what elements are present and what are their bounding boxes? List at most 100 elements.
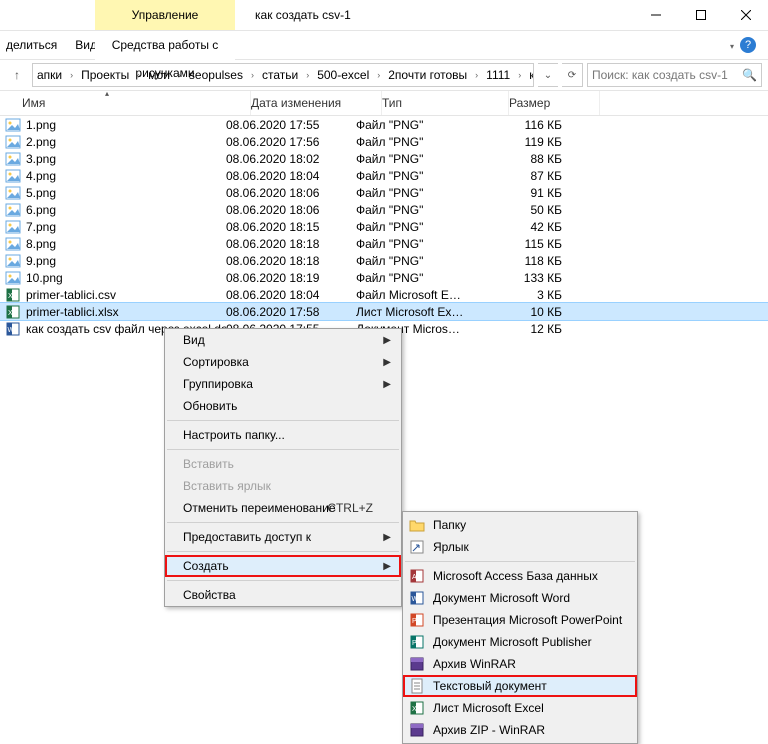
ribbon-picture-tools[interactable]: Средства работы с рисунками xyxy=(95,31,235,61)
help-icon[interactable]: ? xyxy=(740,37,756,53)
file-icon xyxy=(4,151,22,167)
file-row[interactable]: 5.png08.06.2020 18:06Файл "PNG"91 КБ xyxy=(0,184,768,201)
header-type[interactable]: Тип xyxy=(382,91,509,115)
file-size: 116 КБ xyxy=(482,118,572,132)
file-icon xyxy=(4,236,22,252)
menu-item-icon: A xyxy=(407,568,427,584)
search-input[interactable]: Поиск: как создать csv-1 🔍 xyxy=(587,63,762,87)
file-size: 12 КБ xyxy=(482,322,572,336)
file-name: 2.png xyxy=(26,135,226,149)
breadcrumb-segment[interactable]: как создать csv-1 xyxy=(525,68,534,82)
submenu-arrow-icon: ▶ xyxy=(383,357,391,368)
ribbon-expand-icon[interactable]: ▾ xyxy=(730,42,734,51)
file-type: Файл "PNG" xyxy=(356,271,482,285)
breadcrumb[interactable]: апки›Проекты›мои›seopulses›статьи›500-ex… xyxy=(32,63,534,87)
menu-item: Вставить xyxy=(165,453,401,475)
file-icon xyxy=(4,168,22,184)
breadcrumb-segment[interactable]: 2почти готовы xyxy=(384,68,471,82)
file-date: 08.06.2020 18:06 xyxy=(226,203,356,217)
file-date: 08.06.2020 18:18 xyxy=(226,237,356,251)
file-icon xyxy=(4,253,22,269)
menu-item[interactable]: Сортировка▶ xyxy=(165,351,401,373)
up-button[interactable]: ↑ xyxy=(6,64,28,86)
column-headers: ▴ Имя Дата изменения Тип Размер xyxy=(0,91,768,116)
address-bar: ↑ апки›Проекты›мои›seopulses›статьи›500-… xyxy=(0,60,768,91)
menu-item[interactable]: XЛист Microsoft Excel xyxy=(403,697,637,719)
file-row[interactable]: 10.png08.06.2020 18:19Файл "PNG"133 КБ xyxy=(0,269,768,286)
file-row[interactable]: 2.png08.06.2020 17:56Файл "PNG"119 КБ xyxy=(0,133,768,150)
breadcrumb-dropdown[interactable]: ⌄ xyxy=(538,63,558,87)
file-row[interactable]: 9.png08.06.2020 18:18Файл "PNG"118 КБ xyxy=(0,252,768,269)
file-size: 115 КБ xyxy=(482,237,572,251)
ribbon-tab-manage[interactable]: Управление xyxy=(95,0,235,30)
close-button[interactable] xyxy=(723,0,768,30)
menu-separator xyxy=(405,561,635,562)
search-icon: 🔍 xyxy=(742,68,757,82)
file-row[interactable]: 1.png08.06.2020 17:55Файл "PNG"116 КБ xyxy=(0,116,768,133)
breadcrumb-segment[interactable]: апки xyxy=(33,68,66,82)
context-submenu-new: ПапкуЯрлык AMicrosoft Access База данныхW… xyxy=(402,511,638,744)
menu-item[interactable]: Вид▶ xyxy=(165,329,401,351)
menu-item[interactable]: Текстовый документ xyxy=(403,675,637,697)
file-date: 08.06.2020 18:02 xyxy=(226,152,356,166)
menu-item[interactable]: PПрезентация Microsoft PowerPoint xyxy=(403,609,637,631)
menu-item[interactable]: Настроить папку... xyxy=(165,424,401,446)
menu-separator xyxy=(167,551,399,552)
minimize-button[interactable] xyxy=(633,0,678,30)
file-row[interactable]: Xprimer-tablici.csv08.06.2020 18:04Файл … xyxy=(0,286,768,303)
file-date: 08.06.2020 18:15 xyxy=(226,220,356,234)
menu-item[interactable]: Обновить xyxy=(165,395,401,417)
menu-separator xyxy=(167,580,399,581)
menu-item[interactable]: Ярлык xyxy=(403,536,637,558)
menu-item[interactable]: AMicrosoft Access База данных xyxy=(403,565,637,587)
file-type: Лист Microsoft Ex… xyxy=(356,305,482,319)
file-icon: X xyxy=(4,287,22,303)
header-name[interactable]: ▴ Имя xyxy=(0,91,251,115)
file-size: 119 КБ xyxy=(482,135,572,149)
file-row[interactable]: 8.png08.06.2020 18:18Файл "PNG"115 КБ xyxy=(0,235,768,252)
maximize-button[interactable] xyxy=(678,0,723,30)
file-type: Файл "PNG" xyxy=(356,186,482,200)
menu-item-icon xyxy=(407,722,427,738)
menu-item-icon xyxy=(407,656,427,672)
breadcrumb-segment[interactable]: 500-excel xyxy=(313,68,373,82)
ribbon-view[interactable]: Вид xyxy=(75,38,97,52)
file-name: 6.png xyxy=(26,203,226,217)
menu-item[interactable]: Создать▶ xyxy=(165,555,401,577)
menu-item[interactable]: Группировка▶ xyxy=(165,373,401,395)
svg-text:A: A xyxy=(412,574,417,581)
breadcrumb-segment[interactable]: Проекты xyxy=(77,68,133,82)
file-row[interactable]: Xprimer-tablici.xlsx08.06.2020 17:58Лист… xyxy=(0,303,768,320)
file-row[interactable]: 7.png08.06.2020 18:15Файл "PNG"42 КБ xyxy=(0,218,768,235)
menu-item[interactable]: Свойства xyxy=(165,584,401,606)
header-date[interactable]: Дата изменения xyxy=(251,91,382,115)
file-date: 08.06.2020 18:18 xyxy=(226,254,356,268)
file-size: 50 КБ xyxy=(482,203,572,217)
refresh-button[interactable]: ⟳ xyxy=(562,63,583,87)
file-row[interactable]: 6.png08.06.2020 18:06Файл "PNG"50 КБ xyxy=(0,201,768,218)
file-row[interactable]: 4.png08.06.2020 18:04Файл "PNG"87 КБ xyxy=(0,167,768,184)
breadcrumb-segment[interactable]: 1111 xyxy=(482,68,514,82)
breadcrumb-segment[interactable]: статьи xyxy=(258,68,302,82)
menu-item[interactable]: PДокумент Microsoft Publisher xyxy=(403,631,637,653)
submenu-arrow-icon: ▶ xyxy=(383,335,391,346)
file-name: primer-tablici.xlsx xyxy=(26,305,226,319)
menu-item-icon xyxy=(407,517,427,533)
file-name: 4.png xyxy=(26,169,226,183)
menu-item[interactable]: Архив WinRAR xyxy=(403,653,637,675)
header-size[interactable]: Размер xyxy=(509,91,600,115)
menu-separator xyxy=(167,420,399,421)
menu-item[interactable]: Отменить переименованиеCTRL+Z xyxy=(165,497,401,519)
file-size: 10 КБ xyxy=(482,305,572,319)
file-row[interactable]: 3.png08.06.2020 18:02Файл "PNG"88 КБ xyxy=(0,150,768,167)
file-date: 08.06.2020 18:19 xyxy=(226,271,356,285)
file-size: 133 КБ xyxy=(482,271,572,285)
file-size: 3 КБ xyxy=(482,288,572,302)
ribbon-share[interactable]: делиться xyxy=(6,38,57,52)
file-type: Файл "PNG" xyxy=(356,135,482,149)
menu-item[interactable]: Папку xyxy=(403,514,637,536)
menu-item[interactable]: Предоставить доступ к▶ xyxy=(165,526,401,548)
chevron-right-icon: › xyxy=(471,70,482,80)
menu-item[interactable]: WДокумент Microsoft Word xyxy=(403,587,637,609)
chevron-right-icon: › xyxy=(302,70,313,80)
